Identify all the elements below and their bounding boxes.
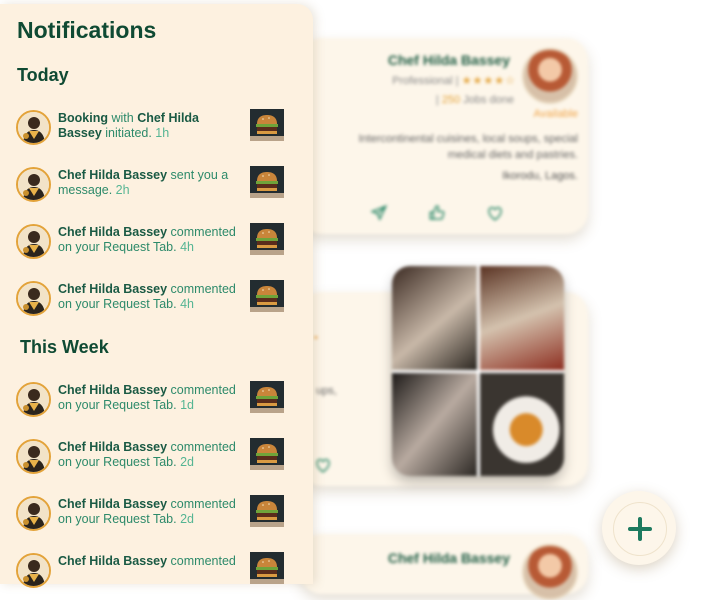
chef-avatar-icon — [16, 382, 51, 417]
notification-text: Chef Hilda Bassey commented — [58, 554, 244, 569]
burger-thumbnail — [250, 381, 284, 413]
chef-name: Chef Hilda Bassey — [58, 440, 168, 454]
notification-item[interactable]: Booking with Chef Hilda Bassey initiated… — [16, 108, 288, 148]
food-photo — [479, 372, 564, 476]
chef-card[interactable]: Chef Hilda Bassey Professional | ★★★★☆ |… — [300, 38, 588, 234]
burger-thumbnail — [250, 552, 284, 584]
chef-card[interactable]: Chef Hilda Bassey — [300, 534, 588, 600]
notification-action: Booking — [58, 111, 108, 125]
notification-message: initiated. — [101, 126, 152, 140]
notification-item[interactable]: Chef Hilda Bassey sent you a message. 2h — [16, 165, 288, 205]
notification-time: 2d — [176, 512, 194, 526]
chef-name: Chef Hilda Bassey — [58, 168, 168, 182]
chef-name: Chef Hilda Bassey — [58, 383, 168, 397]
food-photo — [479, 266, 564, 370]
notification-text: Chef Hilda Bassey commented on your Requ… — [58, 497, 244, 527]
chef-name: Chef Hilda Bassey — [387, 550, 510, 566]
notification-item[interactable]: Chef Hilda Bassey commented on your Requ… — [16, 437, 288, 477]
burger-thumbnail — [250, 109, 284, 141]
notification-text: Chef Hilda Bassey commented on your Requ… — [58, 225, 244, 255]
availability-status: Available — [533, 108, 578, 120]
burger-thumbnail — [250, 223, 284, 255]
burger-thumbnail — [250, 438, 284, 470]
burger-thumbnail — [250, 166, 284, 198]
notification-text: Chef Hilda Bassey commented on your Requ… — [58, 282, 244, 312]
notification-item[interactable]: Chef Hilda Bassey commented on your Requ… — [16, 222, 288, 262]
jobs-done: | 250 Jobs done — [435, 94, 514, 106]
notification-text: Booking with Chef Hilda Bassey initiated… — [58, 111, 244, 141]
send-icon[interactable] — [370, 204, 388, 227]
add-button[interactable] — [613, 502, 667, 556]
notification-text: Chef Hilda Bassey commented on your Requ… — [58, 383, 244, 413]
plus-icon — [628, 517, 652, 541]
notification-time: 1h — [151, 126, 170, 140]
notification-time: 2d — [176, 455, 194, 469]
notification-item[interactable]: Chef Hilda Bassey commented — [16, 551, 288, 591]
heart-icon[interactable] — [486, 204, 504, 227]
chef-photo — [522, 48, 578, 104]
food-photo-grid[interactable] — [392, 266, 564, 476]
notification-time: 4h — [176, 240, 194, 254]
food-photo — [392, 372, 477, 476]
chef-level: Professional | ★★★★☆ — [392, 75, 516, 87]
notification-time: 2h — [112, 183, 130, 197]
chef-avatar-icon — [16, 110, 51, 145]
chef-name: Chef Hilda Bassey — [58, 497, 168, 511]
section-title-today: Today — [17, 65, 69, 85]
notification-time: 4h — [176, 297, 194, 311]
chef-avatar-icon — [16, 281, 51, 316]
notification-item[interactable]: Chef Hilda Bassey commented on your Requ… — [16, 279, 288, 319]
chef-card[interactable]: • ups, — [300, 266, 588, 486]
notification-item[interactable]: Chef Hilda Bassey commented on your Requ… — [16, 494, 288, 534]
rating-stars: ★★★★☆ — [461, 75, 516, 87]
notification-connector: with — [108, 111, 138, 125]
chef-name: Chef Hilda Bassey — [58, 554, 168, 568]
chef-location: Ikorodu, Lagos. — [502, 170, 578, 182]
card-actions — [370, 204, 504, 227]
panel-title: Notifications — [17, 17, 157, 43]
notification-text: Chef Hilda Bassey commented on your Requ… — [58, 440, 244, 470]
chef-photo — [522, 544, 578, 600]
notification-text: Chef Hilda Bassey sent you a message. 2h — [58, 168, 244, 198]
chef-name: Chef Hilda Bassey — [58, 282, 168, 296]
burger-thumbnail — [250, 280, 284, 312]
section-title-this-week: This Week — [20, 337, 109, 357]
chef-avatar-icon — [16, 439, 51, 474]
notification-time: 1d — [176, 398, 194, 412]
chef-description: Intercontinental cuisines, local soups, … — [358, 133, 578, 161]
chef-avatar-icon — [16, 496, 51, 531]
card-fragment: • — [314, 332, 318, 344]
thumbs-up-icon[interactable] — [428, 204, 446, 227]
chef-name: Chef Hilda Bassey — [58, 225, 168, 239]
heart-icon[interactable] — [314, 456, 332, 479]
burger-thumbnail — [250, 495, 284, 527]
chef-name: Chef Hilda Bassey — [387, 52, 510, 68]
notification-item[interactable]: Chef Hilda Bassey commented on your Requ… — [16, 380, 288, 420]
food-photo — [392, 266, 477, 370]
chef-avatar-icon — [16, 553, 51, 588]
chef-avatar-icon — [16, 167, 51, 202]
card-fragment-text: ups, — [316, 385, 337, 397]
notifications-panel: Notifications Today This Week Booking wi… — [0, 4, 313, 588]
notification-message: commented — [167, 554, 236, 568]
chef-avatar-icon — [16, 224, 51, 259]
